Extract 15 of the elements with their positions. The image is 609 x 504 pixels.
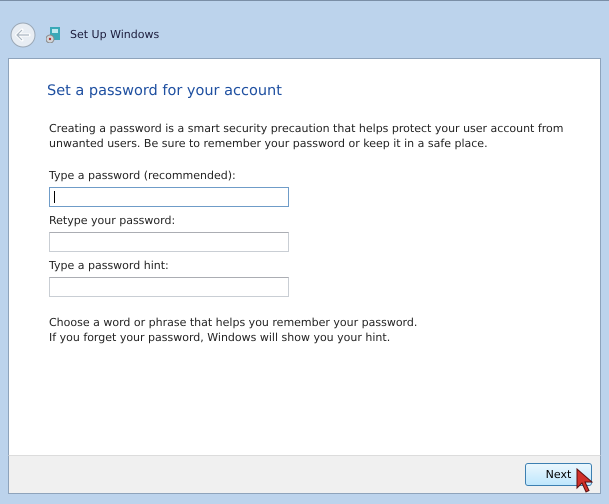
- window-title: Set Up Windows: [70, 28, 160, 41]
- back-icon[interactable]: [10, 22, 36, 48]
- cursor-icon: [576, 468, 593, 494]
- password-field[interactable]: [49, 232, 289, 252]
- field-label: Retype your password:: [49, 214, 176, 227]
- field-label: Type a password (recommended):: [49, 169, 237, 182]
- field-label: Type a password hint:: [49, 259, 170, 272]
- password-field[interactable]: [49, 187, 289, 207]
- page-heading: Set a password for your account: [47, 83, 283, 99]
- intro-text: Creating a password is a smart security precaution that helps protect your user account from unwanted users. Be sure to remember your password or keep it in a safe place.: [49, 121, 564, 151]
- next-button[interactable]: Next: [525, 463, 592, 486]
- password-field[interactable]: [49, 277, 289, 297]
- hint-text: Choose a word or phrase that helps you remember your password.: [49, 315, 418, 330]
- setup-icon: [46, 26, 60, 42]
- hint-text: If you forget your password, Windows will show you your hint.: [49, 330, 392, 345]
